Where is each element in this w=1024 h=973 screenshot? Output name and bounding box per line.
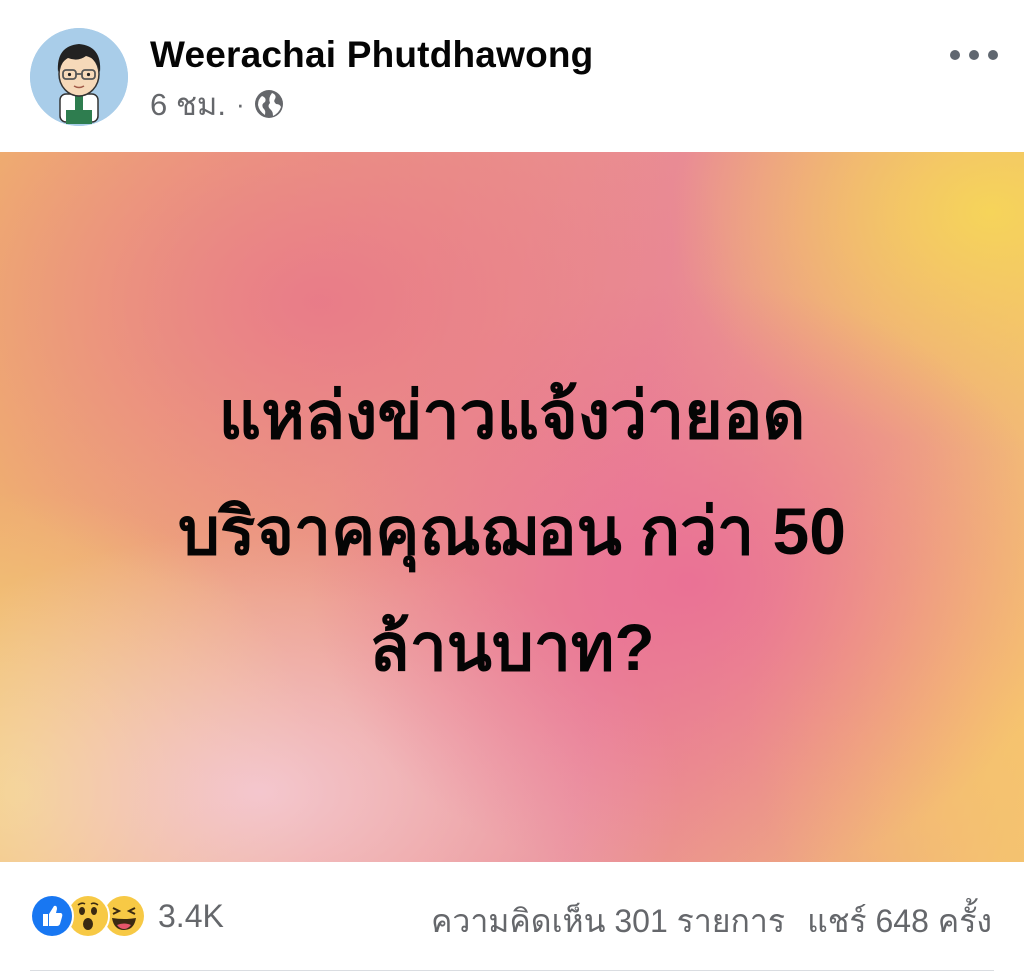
- post-text: แหล่งข่าวแจ้งว่ายอด บริจาคคุณฌอน กว่า 50…: [62, 357, 962, 705]
- engagement-stats: ความคิดเห็น 301 รายการ แชร์ 648 ครั้ง: [431, 896, 992, 947]
- meta-separator: ·: [235, 88, 245, 119]
- post-header: Weerachai Phutdhawong 6 ชม. ·: [0, 0, 1024, 152]
- avatar-cartoon-icon: [30, 28, 128, 126]
- globe-icon[interactable]: [253, 88, 285, 120]
- reactions-summary[interactable]: 3.4K: [30, 894, 224, 938]
- post-text-line: แหล่งข่าวแจ้งว่ายอด: [218, 378, 806, 452]
- divider: [30, 970, 994, 971]
- text-post-card: แหล่งข่าวแจ้งว่ายอด บริจาคคุณฌอน กว่า 50…: [0, 152, 1024, 862]
- shares-count-link[interactable]: แชร์ 648 ครั้ง: [807, 896, 992, 947]
- facebook-post: Weerachai Phutdhawong 6 ชม. · แหล่งข่าวแ…: [0, 0, 1024, 973]
- engagement-bar: 3.4K ความคิดเห็น 301 รายการ แชร์ 648 ครั…: [0, 862, 1024, 973]
- reaction-count: 3.4K: [158, 897, 224, 934]
- post-meta: 6 ชม. ·: [150, 84, 285, 124]
- like-icon: [30, 894, 74, 938]
- author-avatar[interactable]: [30, 28, 128, 126]
- author-name[interactable]: Weerachai Phutdhawong: [150, 34, 593, 76]
- comments-count-link[interactable]: ความคิดเห็น 301 รายการ: [431, 896, 785, 947]
- post-text-line: บริจาคคุณฌอน กว่า 50: [178, 494, 846, 568]
- post-text-line: ล้านบาท?: [369, 610, 655, 684]
- more-options-icon[interactable]: [950, 40, 998, 70]
- post-time[interactable]: 6 ชม.: [150, 79, 226, 129]
